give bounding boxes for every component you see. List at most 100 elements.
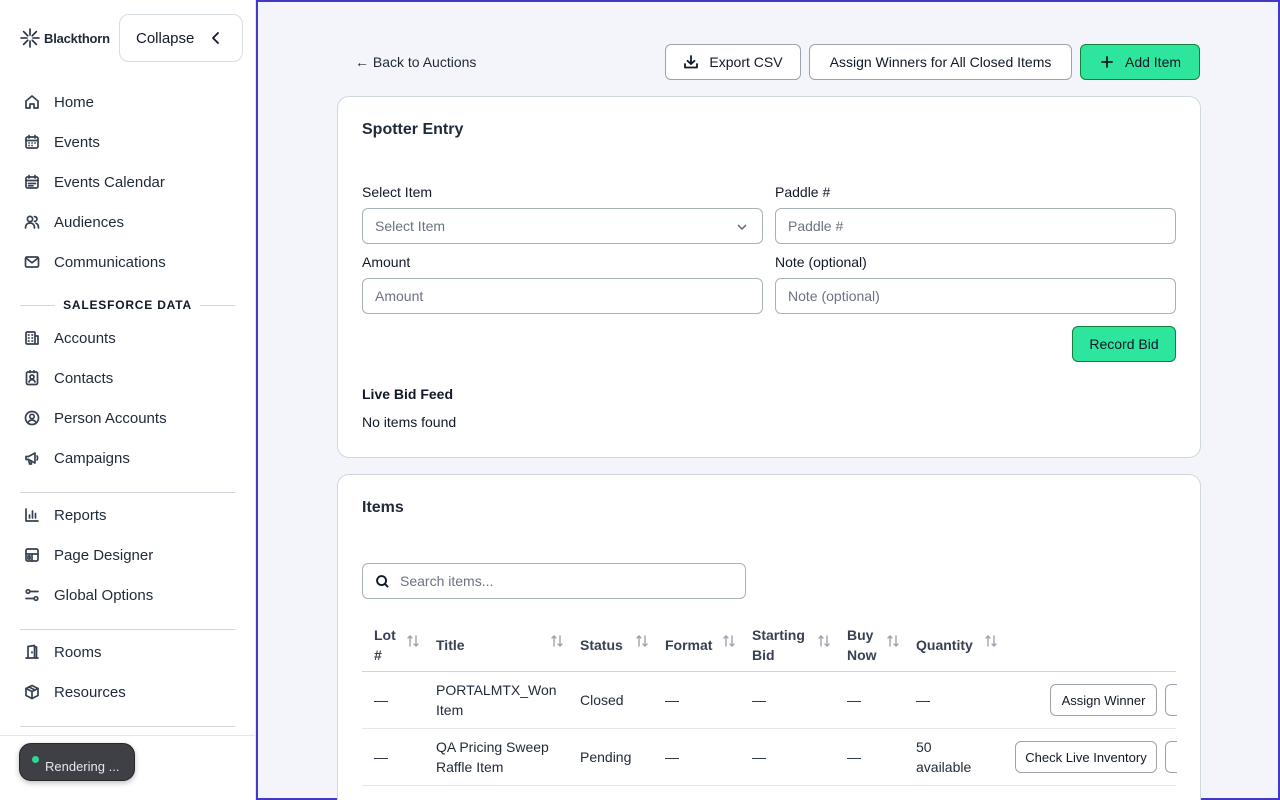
search-placeholder: Search items... — [400, 573, 494, 589]
sort-icon[interactable] — [886, 634, 900, 648]
spotter-entry-title: Spotter Entry — [362, 121, 464, 138]
sidebar-item-label: Audiences — [54, 213, 125, 231]
sidebar-item-audiences[interactable]: Audiences — [20, 202, 235, 242]
calendar-icon — [25, 134, 39, 149]
items-title: Items — [362, 499, 404, 516]
section-title-salesforce-data: SALESFORCE DATA — [20, 298, 236, 312]
column-header-title[interactable]: Title — [436, 635, 465, 655]
door-icon — [25, 644, 39, 659]
sort-icon[interactable] — [550, 634, 564, 648]
cell-title: QA Pricing Sweep Raffle Item — [436, 739, 549, 775]
items-card: Items Search items... Lot # Title Status… — [337, 474, 1201, 800]
sidebar-item-label: Reports — [54, 506, 107, 524]
note-input[interactable]: Note (optional) — [775, 278, 1176, 314]
sliders-icon — [25, 588, 39, 602]
cell-format: — — [665, 749, 679, 765]
sidebar-item-label: Page Designer — [54, 546, 154, 564]
amount-placeholder: Amount — [375, 288, 424, 304]
sidebar-divider — [20, 629, 235, 630]
column-header-buy-now[interactable]: Buy Now — [847, 625, 883, 665]
row-more-button[interactable] — [1165, 741, 1177, 773]
export-csv-button[interactable]: Export CSV — [665, 44, 801, 80]
column-header-lot[interactable]: Lot # — [374, 625, 404, 665]
table-row[interactable]: — QA Pricing Sweep Raffle Item Pending —… — [362, 729, 1177, 786]
live-bid-feed-title: Live Bid Feed — [362, 386, 454, 402]
cell-buy-now: — — [847, 749, 861, 765]
nav-salesforce: Accounts Contacts Person Accounts Campai… — [20, 318, 235, 478]
brand-logo[interactable]: Blackthorn — [20, 28, 110, 48]
sidebar-item-reports[interactable]: Reports — [20, 495, 235, 535]
nav-main: Home Events Events Calendar Audiences Co… — [20, 82, 235, 282]
layout-icon — [25, 548, 39, 562]
collapse-label: Collapse — [136, 29, 195, 47]
assign-winner-button[interactable]: Assign Winner — [1050, 684, 1157, 716]
sidebar-item-person-accounts[interactable]: Person Accounts — [20, 398, 235, 438]
nav-venue: Rooms Resources — [20, 632, 235, 712]
sidebar-item-home[interactable]: Home — [20, 82, 235, 122]
sidebar-item-accounts[interactable]: Accounts — [20, 318, 235, 358]
record-bid-label: Record Bid — [1089, 336, 1159, 352]
row-more-button[interactable] — [1165, 684, 1177, 716]
sidebar-item-label: Resources — [54, 683, 126, 701]
megaphone-icon — [25, 452, 39, 465]
note-placeholder: Note (optional) — [788, 288, 880, 304]
status-dot-icon — [32, 755, 39, 763]
sidebar-item-label: Contacts — [54, 369, 114, 387]
sidebar-item-label: Events — [54, 133, 100, 151]
sidebar-item-page-designer[interactable]: Page Designer — [20, 535, 235, 575]
record-bid-button[interactable]: Record Bid — [1072, 326, 1176, 362]
sort-icon[interactable] — [817, 634, 831, 648]
search-items-input[interactable]: Search items... — [362, 563, 746, 599]
main-content: ← Back to Auctions Export CSV Assign Win… — [256, 0, 1280, 800]
select-item-dropdown[interactable]: Select Item — [362, 208, 763, 244]
plus-icon — [1101, 56, 1113, 68]
sidebar-item-communications[interactable]: Communications — [20, 242, 235, 282]
chevron-down-icon — [737, 224, 747, 231]
sidebar-item-resources[interactable]: Resources — [20, 672, 235, 712]
sort-icon[interactable] — [722, 634, 736, 648]
add-item-button[interactable]: Add Item — [1080, 44, 1200, 80]
table-header: Lot # Title Status Format Starting Bid B… — [362, 619, 1176, 672]
check-live-inventory-button[interactable]: Check Live Inventory — [1015, 741, 1157, 773]
assign-winners-all-button[interactable]: Assign Winners for All Closed Items — [809, 44, 1072, 80]
sidebar-item-events[interactable]: Events — [20, 122, 235, 162]
column-header-format[interactable]: Format — [665, 635, 712, 655]
assign-winners-all-label: Assign Winners for All Closed Items — [829, 54, 1052, 70]
mail-icon — [24, 256, 40, 268]
blackthorn-logo-icon — [20, 28, 40, 48]
cell-quantity: 50 available — [916, 739, 972, 775]
cell-lot: — — [374, 692, 388, 708]
collapse-sidebar-button[interactable]: Collapse — [119, 14, 243, 62]
sidebar-item-label: Home — [54, 93, 95, 111]
sidebar-item-campaigns[interactable]: Campaigns — [20, 438, 235, 478]
live-bid-feed-empty: No items found — [362, 414, 457, 430]
sidebar-item-label: Events Calendar — [54, 173, 165, 191]
sort-icon[interactable] — [406, 634, 420, 648]
paddle-number-input[interactable]: Paddle # — [775, 208, 1176, 244]
amount-input[interactable]: Amount — [362, 278, 763, 314]
column-header-quantity[interactable]: Quantity — [916, 635, 973, 655]
sidebar-item-global-options[interactable]: Global Options — [20, 575, 235, 615]
sidebar-item-label: Campaigns — [54, 449, 130, 467]
sidebar-item-contacts[interactable]: Contacts — [20, 358, 235, 398]
column-header-status[interactable]: Status — [580, 635, 623, 655]
back-to-auctions-link[interactable]: ← Back to Auctions — [355, 54, 476, 70]
sidebar-divider — [20, 726, 235, 727]
sort-icon[interactable] — [635, 634, 649, 648]
home-icon — [25, 95, 39, 109]
building-icon — [25, 331, 39, 345]
sort-icon[interactable] — [984, 634, 998, 648]
sidebar-item-label: Accounts — [54, 329, 116, 347]
select-item-label: Select Item — [362, 184, 433, 200]
sidebar-item-label: Communications — [54, 253, 166, 271]
table-row[interactable]: — PORTALMTX_Won Item Closed — — — — Assi… — [362, 672, 1177, 729]
sidebar-item-events-calendar[interactable]: Events Calendar — [20, 162, 235, 202]
column-header-starting-bid[interactable]: Starting Bid — [752, 625, 814, 665]
search-icon — [376, 574, 389, 588]
sidebar-item-rooms[interactable]: Rooms — [20, 632, 235, 672]
rendering-status-toast: Rendering ... — [19, 743, 135, 781]
cell-status: Pending — [580, 749, 632, 765]
cell-starting-bid: — — [752, 749, 766, 765]
cell-starting-bid: — — [752, 692, 766, 708]
users-icon — [24, 215, 40, 229]
